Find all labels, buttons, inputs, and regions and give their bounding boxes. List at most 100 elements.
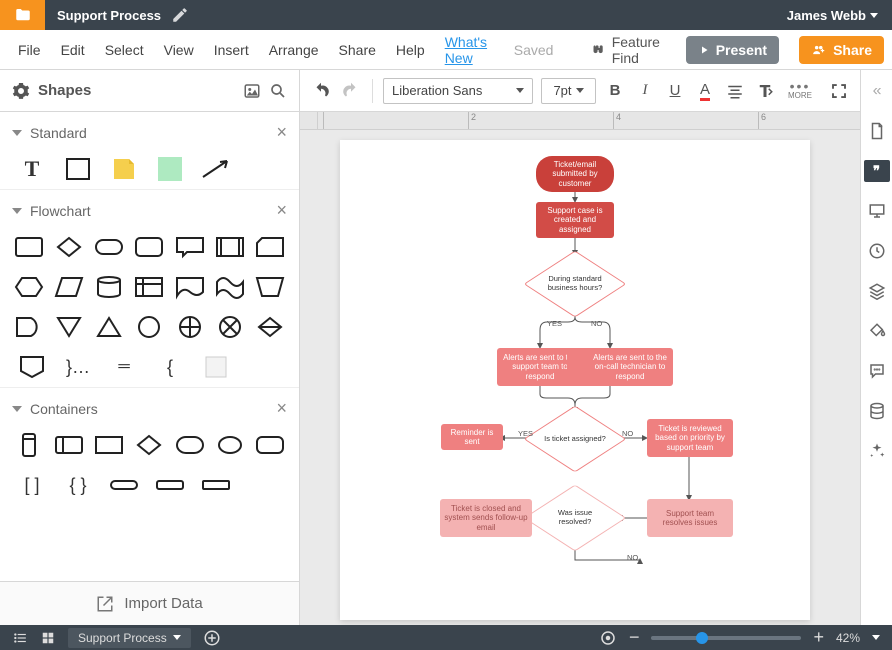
node-d1[interactable]: During standard business hours? <box>534 258 616 310</box>
section-standard[interactable]: Standard × <box>0 112 299 149</box>
menu-share[interactable]: Share <box>339 42 376 58</box>
shape-sticky[interactable] <box>150 155 190 183</box>
fc-merge[interactable] <box>52 313 86 341</box>
node-n4b[interactable]: Alerts are sent to the on-call technicia… <box>587 348 673 386</box>
fc-callout[interactable] <box>173 233 207 261</box>
fc-brace-l[interactable]: { <box>150 353 190 381</box>
fc-halfround[interactable] <box>12 313 46 341</box>
dock-data[interactable] <box>866 400 888 422</box>
c-5[interactable] <box>173 431 207 459</box>
undo-button[interactable] <box>310 80 332 102</box>
doc-title-wrap[interactable]: Support Process <box>45 6 201 24</box>
menu-view[interactable]: View <box>164 42 194 58</box>
text-color-button[interactable]: A <box>694 80 716 102</box>
collapse-dock-button[interactable]: » <box>866 80 888 102</box>
c-12[interactable] <box>196 471 236 499</box>
fc-terminator[interactable] <box>92 233 126 261</box>
fullscreen-button[interactable] <box>828 80 850 102</box>
c-1[interactable] <box>12 431 46 459</box>
fc-offpage[interactable] <box>12 353 52 381</box>
feature-find[interactable]: Feature Find <box>593 34 665 66</box>
fc-sum[interactable] <box>173 313 207 341</box>
close-icon[interactable]: × <box>276 398 287 419</box>
dock-magic[interactable] <box>866 440 888 462</box>
node-n8[interactable]: Support team resolves issues <box>647 499 733 537</box>
node-n2[interactable]: Support case is created and assigned <box>536 202 614 238</box>
menu-arrange[interactable]: Arrange <box>269 42 319 58</box>
italic-button[interactable]: I <box>634 80 656 102</box>
dock-doc[interactable] <box>866 120 888 142</box>
fc-tape[interactable] <box>213 273 247 301</box>
target-icon[interactable] <box>599 629 617 647</box>
shape-text[interactable]: T <box>12 155 52 183</box>
menu-select[interactable]: Select <box>105 42 144 58</box>
fc-card[interactable] <box>253 233 287 261</box>
zoom-thumb[interactable] <box>696 632 708 644</box>
dock-layers[interactable] <box>866 280 888 302</box>
fc-circle[interactable] <box>132 313 166 341</box>
zoom-slider[interactable] <box>651 636 801 640</box>
user-menu[interactable]: James Webb <box>773 8 892 23</box>
font-size-select[interactable]: 7pt <box>541 78 596 104</box>
zoom-in-button[interactable]: + <box>813 627 824 648</box>
zoom-out-button[interactable]: − <box>629 627 640 648</box>
dock-history[interactable] <box>866 240 888 262</box>
shape-arrow[interactable] <box>196 155 236 183</box>
align-button[interactable] <box>724 80 746 102</box>
dock-comments[interactable] <box>866 360 888 382</box>
fc-diamond[interactable] <box>52 233 86 261</box>
fc-equals[interactable]: ═ <box>104 353 144 381</box>
document-page[interactable]: Ticket/email submitted by customer Suppo… <box>340 140 810 620</box>
c-4[interactable] <box>132 431 166 459</box>
section-flowchart[interactable]: Flowchart × <box>0 189 299 227</box>
fc-rect[interactable] <box>12 233 46 261</box>
c-10[interactable] <box>104 471 144 499</box>
shape-square[interactable] <box>58 155 98 183</box>
dock-present[interactable] <box>866 200 888 222</box>
share-button[interactable]: Share <box>799 36 884 64</box>
menu-file[interactable]: File <box>18 42 41 58</box>
fc-manual[interactable] <box>253 273 287 301</box>
c-3[interactable] <box>92 431 126 459</box>
menu-whats-new[interactable]: What's New <box>445 34 494 66</box>
shape-note[interactable] <box>104 155 144 183</box>
grid-icon[interactable] <box>40 631 56 645</box>
gear-icon[interactable] <box>12 82 30 100</box>
fc-brace-r[interactable]: }… <box>58 353 98 381</box>
present-button[interactable]: Present <box>686 36 779 64</box>
node-n7[interactable]: Ticket is closed and system sends follow… <box>440 499 532 537</box>
c-11[interactable] <box>150 471 190 499</box>
dock-quote[interactable]: ❞ <box>864 160 890 182</box>
bold-button[interactable]: B <box>604 80 626 102</box>
redo-button[interactable] <box>340 80 362 102</box>
chevron-down-icon[interactable] <box>872 635 880 640</box>
import-data-button[interactable]: Import Data <box>0 581 299 625</box>
c-9[interactable]: { } <box>58 471 98 499</box>
fc-hex[interactable] <box>12 273 46 301</box>
c-7[interactable] <box>253 431 287 459</box>
node-d2[interactable]: Is ticket assigned? <box>534 413 616 465</box>
c-2[interactable] <box>52 431 86 459</box>
canvas[interactable]: Ticket/email submitted by customer Suppo… <box>300 130 860 625</box>
back-to-docs-button[interactable] <box>0 0 45 30</box>
underline-button[interactable]: U <box>664 80 686 102</box>
menu-help[interactable]: Help <box>396 42 425 58</box>
fc-note2[interactable] <box>196 353 236 381</box>
close-icon[interactable]: × <box>276 122 287 143</box>
image-icon[interactable] <box>243 82 261 100</box>
fc-document[interactable] <box>173 273 207 301</box>
list-icon[interactable] <box>12 631 28 645</box>
node-n5[interactable]: Reminder is sent <box>441 424 503 450</box>
fc-sort[interactable] <box>253 313 287 341</box>
font-family-select[interactable]: Liberation Sans <box>383 78 533 104</box>
node-n6[interactable]: Ticket is reviewed based on priority by … <box>647 419 733 457</box>
add-page-button[interactable] <box>203 629 221 647</box>
node-start[interactable]: Ticket/email submitted by customer <box>536 156 614 192</box>
fc-or[interactable] <box>213 313 247 341</box>
node-d3[interactable]: Was issue resolved? <box>534 492 616 544</box>
fc-rounded[interactable] <box>132 233 166 261</box>
fc-cylinder[interactable] <box>92 273 126 301</box>
menu-insert[interactable]: Insert <box>214 42 249 58</box>
dock-fill[interactable] <box>866 320 888 342</box>
c-6[interactable] <box>213 431 247 459</box>
